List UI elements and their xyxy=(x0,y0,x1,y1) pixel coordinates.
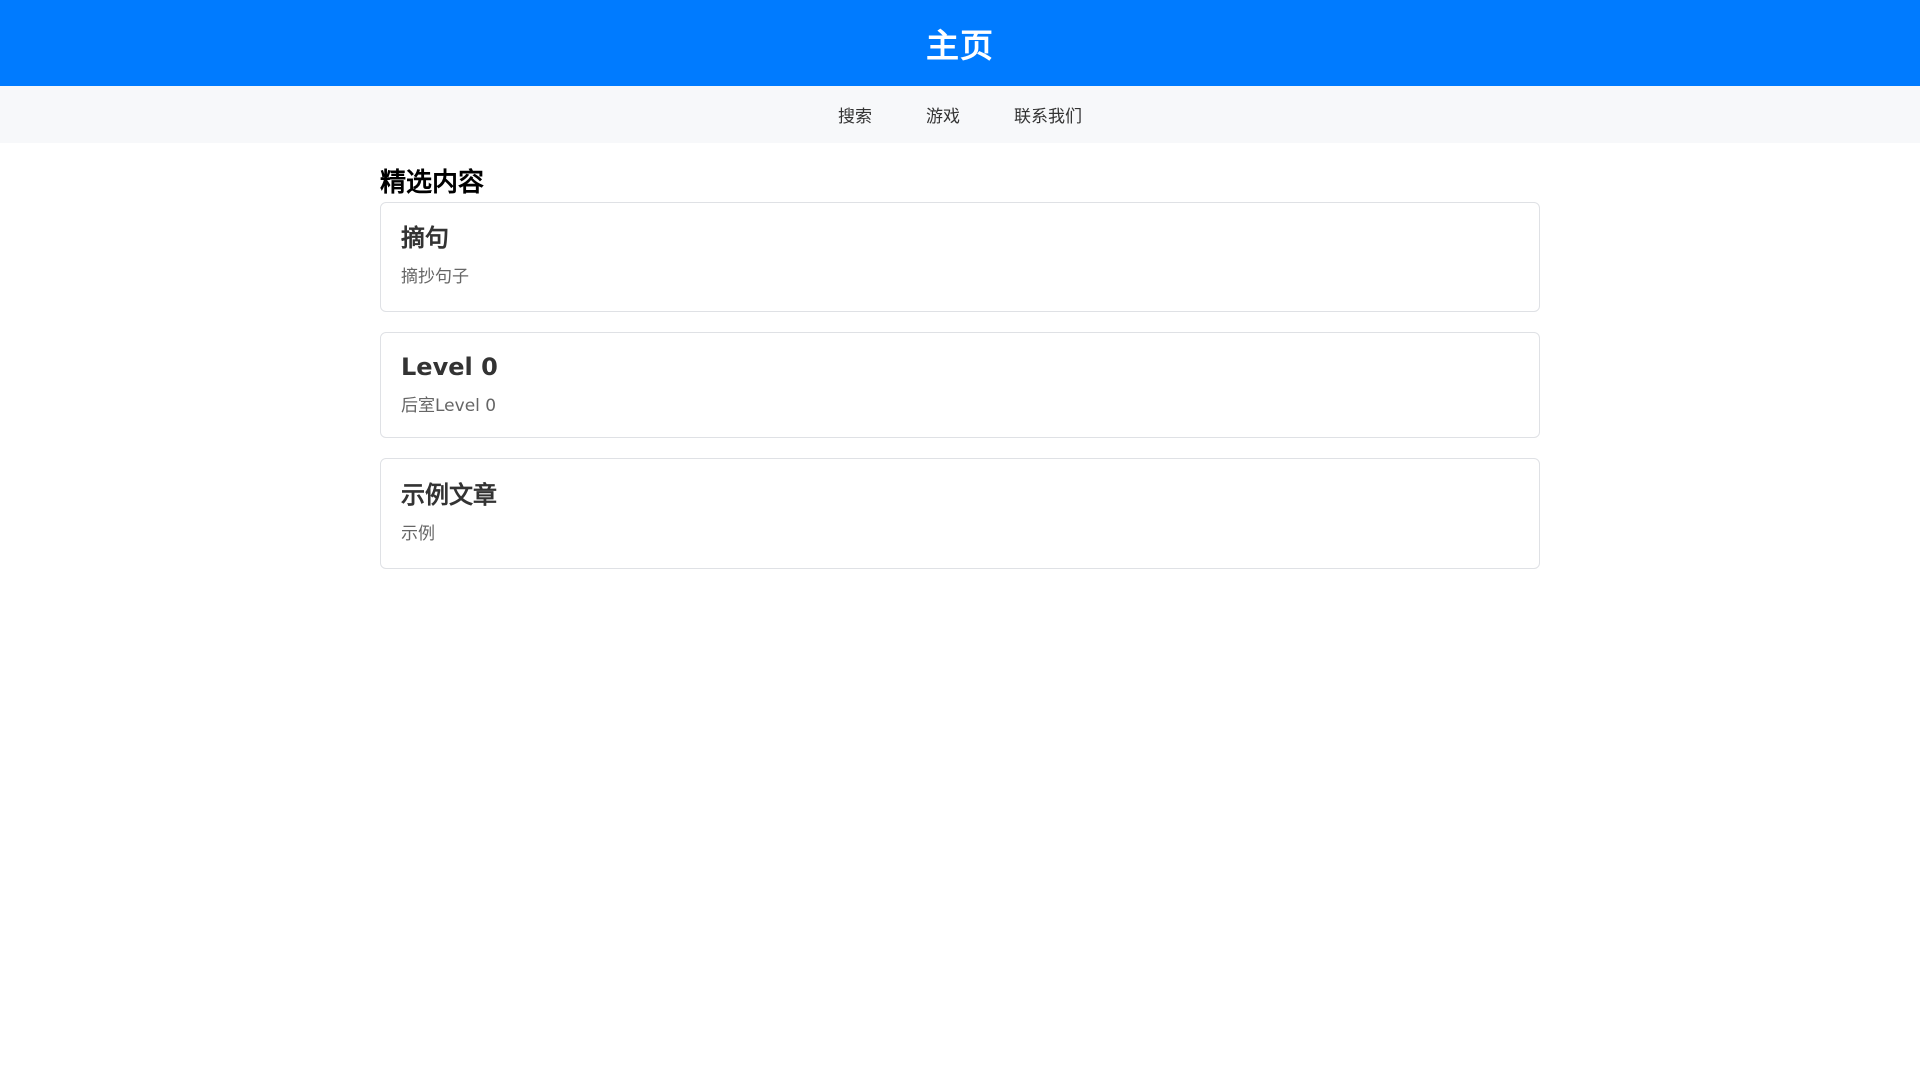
nav-link-contact[interactable]: 联系我们 xyxy=(1014,102,1082,127)
nav-link-games[interactable]: 游戏 xyxy=(926,102,960,127)
card-title: 示例文章 xyxy=(401,481,497,509)
site-header: 主页 xyxy=(0,0,1920,86)
page-title: 主页 xyxy=(926,26,994,65)
nav-link-search[interactable]: 搜索 xyxy=(838,102,872,127)
card-description: 摘抄句子 xyxy=(401,267,469,287)
card-title: 摘句 xyxy=(401,224,449,252)
card-title: Level 0 xyxy=(401,353,498,381)
main-nav: 搜索 游戏 联系我们 xyxy=(0,86,1920,143)
card-description: 示例 xyxy=(401,524,435,544)
card-description: 后室Level 0 xyxy=(401,396,497,416)
article-card[interactable]: 摘句 摘抄句子 xyxy=(380,202,1540,312)
main-content: 精选内容 摘句 摘抄句子 Level 0 后室Level 0 示例文章 示例 xyxy=(380,143,1540,569)
section-title: 精选内容 xyxy=(380,168,485,198)
article-card[interactable]: 示例文章 示例 xyxy=(380,458,1540,569)
article-card[interactable]: Level 0 后室Level 0 xyxy=(380,332,1540,438)
